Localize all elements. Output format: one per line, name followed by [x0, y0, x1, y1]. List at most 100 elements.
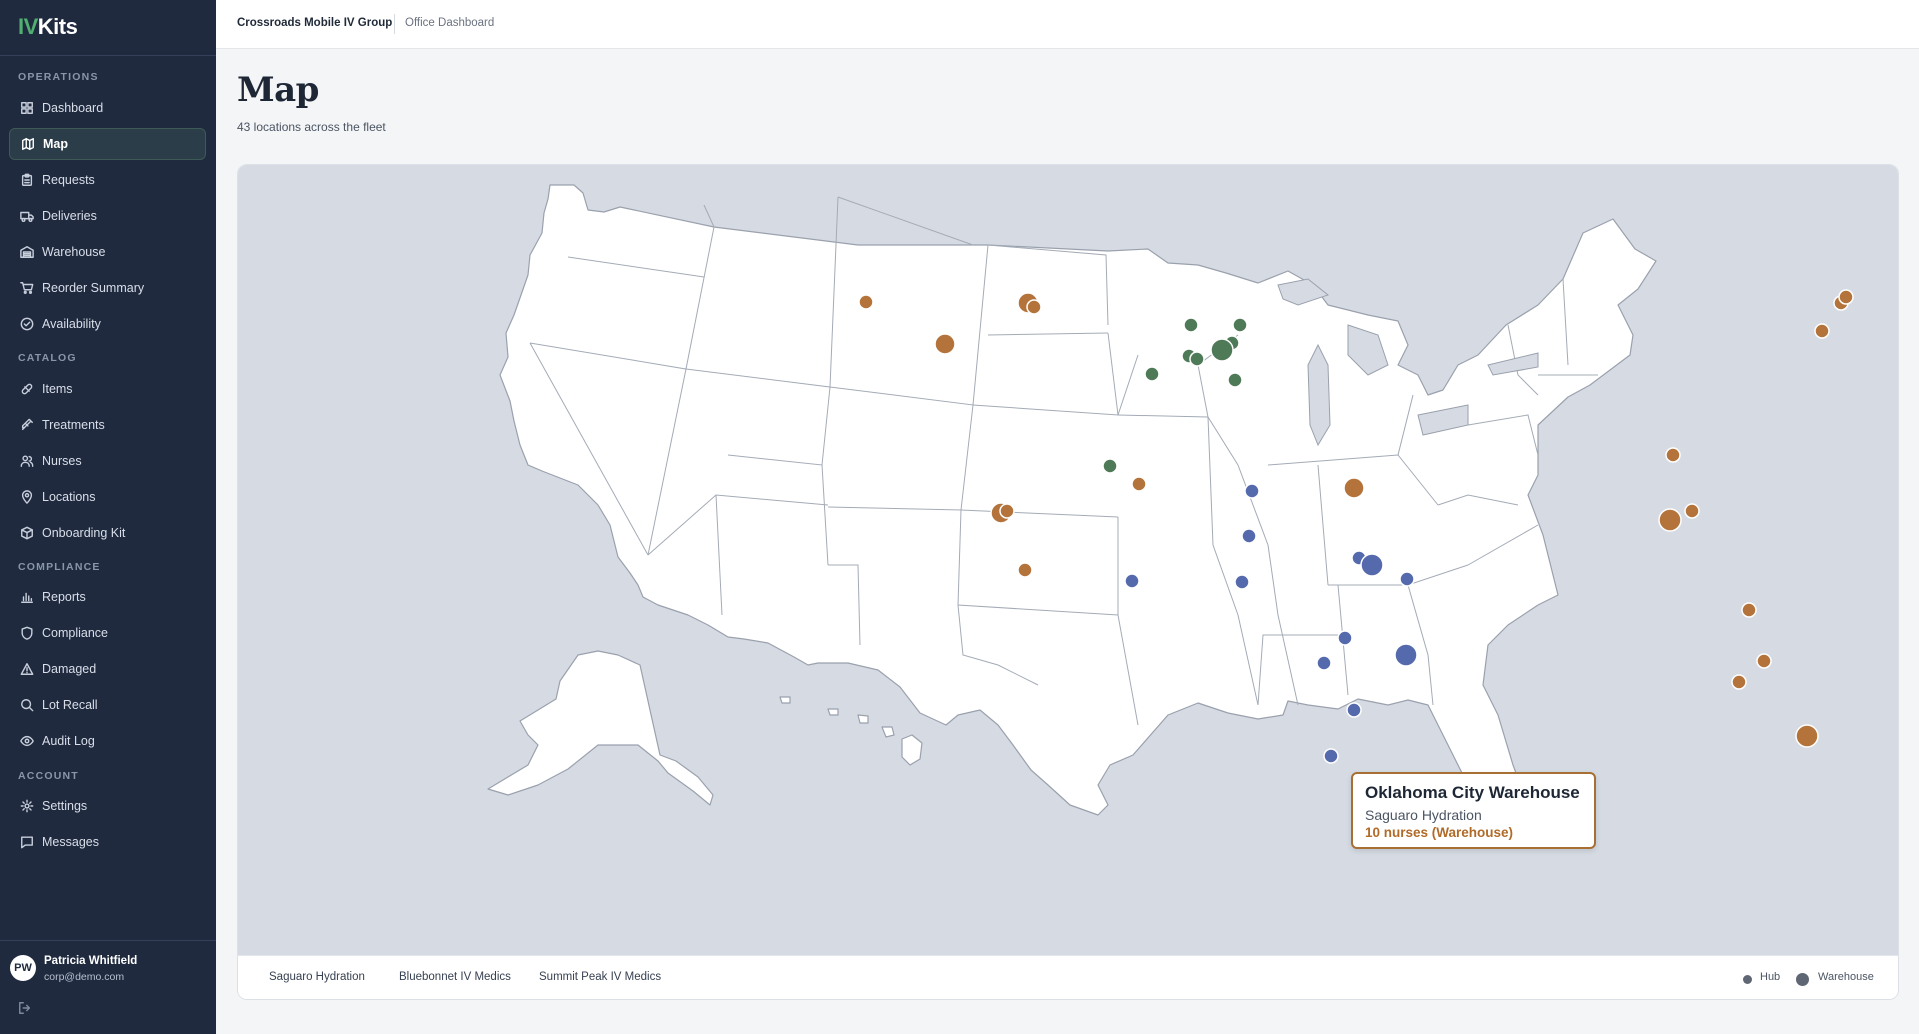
hub-legend-dot: [1743, 975, 1752, 984]
sidebar-item-availability[interactable]: Availability: [9, 308, 206, 340]
hawaii-island: [827, 708, 839, 716]
app-logo[interactable]: IVKits: [18, 14, 78, 40]
clipboard-icon: [20, 173, 34, 187]
sidebar-item-label: Reports: [42, 590, 86, 604]
sidebar-item-compliance[interactable]: Compliance: [9, 617, 206, 649]
location-marker[interactable]: [1838, 289, 1854, 305]
sidebar-item-locations[interactable]: Locations: [9, 481, 206, 513]
hub-legend-label: Hub: [1760, 971, 1781, 983]
location-marker[interactable]: [1026, 299, 1042, 315]
divider: [0, 55, 216, 56]
location-marker[interactable]: [1144, 366, 1160, 382]
message-icon: [20, 835, 34, 849]
location-marker[interactable]: [1323, 748, 1339, 764]
bar-chart-icon: [20, 590, 34, 604]
search-icon: [20, 698, 34, 712]
section-label-compliance: COMPLIANCE: [18, 561, 101, 573]
company-filter-bluebonnet[interactable]: Bluebonnet IV Medics: [399, 971, 511, 983]
location-marker[interactable]: [1316, 655, 1332, 671]
location-marker[interactable]: [1394, 643, 1418, 667]
location-marker[interactable]: [1189, 351, 1205, 367]
location-marker[interactable]: [1337, 630, 1353, 646]
section-label-operations: OPERATIONS: [18, 71, 99, 83]
breadcrumb-org[interactable]: Crossroads Mobile IV Group: [237, 17, 392, 29]
sidebar-item-label: Lot Recall: [42, 698, 98, 712]
location-marker[interactable]: [1244, 483, 1260, 499]
location-marker[interactable]: [1124, 573, 1140, 589]
location-marker[interactable]: [1102, 458, 1118, 474]
location-marker[interactable]: [934, 333, 956, 355]
top-bar: Crossroads Mobile IV Group Office Dashbo…: [216, 0, 1919, 49]
location-marker[interactable]: [999, 503, 1015, 519]
sidebar-item-messages[interactable]: Messages: [9, 826, 206, 858]
location-marker[interactable]: [1684, 503, 1700, 519]
location-marker[interactable]: [1346, 702, 1362, 718]
warehouse-legend-label: Warehouse: [1818, 971, 1874, 983]
location-marker[interactable]: [1241, 528, 1257, 544]
breadcrumb-separator: [394, 14, 395, 34]
section-label-account: ACCOUNT: [18, 770, 79, 782]
truck-icon: [20, 209, 34, 223]
contiguous-us-outline: [499, 184, 1657, 826]
sidebar-item-label: Dashboard: [42, 101, 104, 115]
breadcrumb-page[interactable]: Office Dashboard: [405, 17, 494, 29]
hawaii-island: [779, 696, 791, 704]
section-label-catalog: CATALOG: [18, 352, 77, 364]
pill-icon: [20, 382, 34, 396]
company-filter-summit-peak[interactable]: Summit Peak IV Medics: [539, 971, 661, 983]
location-marker[interactable]: [1343, 477, 1365, 499]
sidebar-item-audit-log[interactable]: Audit Log: [9, 725, 206, 757]
location-marker[interactable]: [1131, 476, 1147, 492]
syringe-icon: [20, 418, 34, 432]
sidebar-item-nurses[interactable]: Nurses: [9, 445, 206, 477]
location-marker[interactable]: [1658, 508, 1682, 532]
sidebar-item-reports[interactable]: Reports: [9, 581, 206, 613]
sidebar-item-damaged[interactable]: Damaged: [9, 653, 206, 685]
location-marker[interactable]: [1399, 571, 1415, 587]
eye-icon: [20, 734, 34, 748]
location-marker[interactable]: [1017, 562, 1033, 578]
cart-icon: [20, 281, 34, 295]
location-marker[interactable]: [1234, 574, 1250, 590]
location-marker[interactable]: [1731, 674, 1747, 690]
location-marker[interactable]: [1795, 724, 1819, 748]
sidebar-item-reorder-summary[interactable]: Reorder Summary: [9, 272, 206, 304]
sidebar-item-settings[interactable]: Settings: [9, 790, 206, 822]
map-legend: Saguaro Hydration Bluebonnet IV Medics S…: [238, 955, 1898, 999]
hawaii-island: [857, 714, 869, 724]
location-marker[interactable]: [1360, 553, 1384, 577]
sidebar-item-onboarding-kit[interactable]: Onboarding Kit: [9, 517, 206, 549]
sidebar-item-requests[interactable]: Requests: [9, 164, 206, 196]
location-marker[interactable]: [1756, 653, 1772, 669]
location-marker[interactable]: [1814, 323, 1830, 339]
location-marker[interactable]: [858, 294, 874, 310]
location-marker[interactable]: [1665, 447, 1681, 463]
sidebar-item-map[interactable]: Map: [9, 128, 206, 160]
sidebar-item-treatments[interactable]: Treatments: [9, 409, 206, 441]
sidebar-item-items[interactable]: Items: [9, 373, 206, 405]
logout-icon[interactable]: [18, 1001, 32, 1015]
location-marker[interactable]: [1227, 372, 1243, 388]
location-marker[interactable]: [1741, 602, 1757, 618]
location-marker[interactable]: [1232, 317, 1248, 333]
sidebar-item-dashboard[interactable]: Dashboard: [9, 92, 206, 124]
sidebar-item-lot-recall[interactable]: Lot Recall: [9, 689, 206, 721]
sidebar-item-deliveries[interactable]: Deliveries: [9, 200, 206, 232]
sidebar-item-warehouse[interactable]: Warehouse: [9, 236, 206, 268]
sidebar-item-label: Locations: [42, 490, 96, 504]
users-icon: [20, 454, 34, 468]
location-tooltip: Oklahoma City Warehouse Saguaro Hydratio…: [1351, 772, 1596, 849]
sidebar-item-label: Requests: [42, 173, 95, 187]
user-profile[interactable]: PW Patricia Whitfield corp@demo.com: [0, 940, 216, 1034]
location-marker[interactable]: [1183, 317, 1199, 333]
sidebar: IVKits OPERATIONS Dashboard Map Requests…: [0, 0, 216, 1034]
us-map-svg: [487, 184, 1854, 826]
gear-icon: [20, 799, 34, 813]
company-filter-saguaro[interactable]: Saguaro Hydration: [269, 971, 365, 983]
us-map[interactable]: Oklahoma City Warehouse Saguaro Hydratio…: [238, 165, 1898, 955]
location-marker[interactable]: [1210, 338, 1234, 362]
warehouse-legend-dot: [1796, 973, 1809, 986]
sidebar-item-label: Items: [42, 382, 73, 396]
map-icon: [21, 137, 35, 151]
sidebar-item-label: Treatments: [42, 418, 105, 432]
